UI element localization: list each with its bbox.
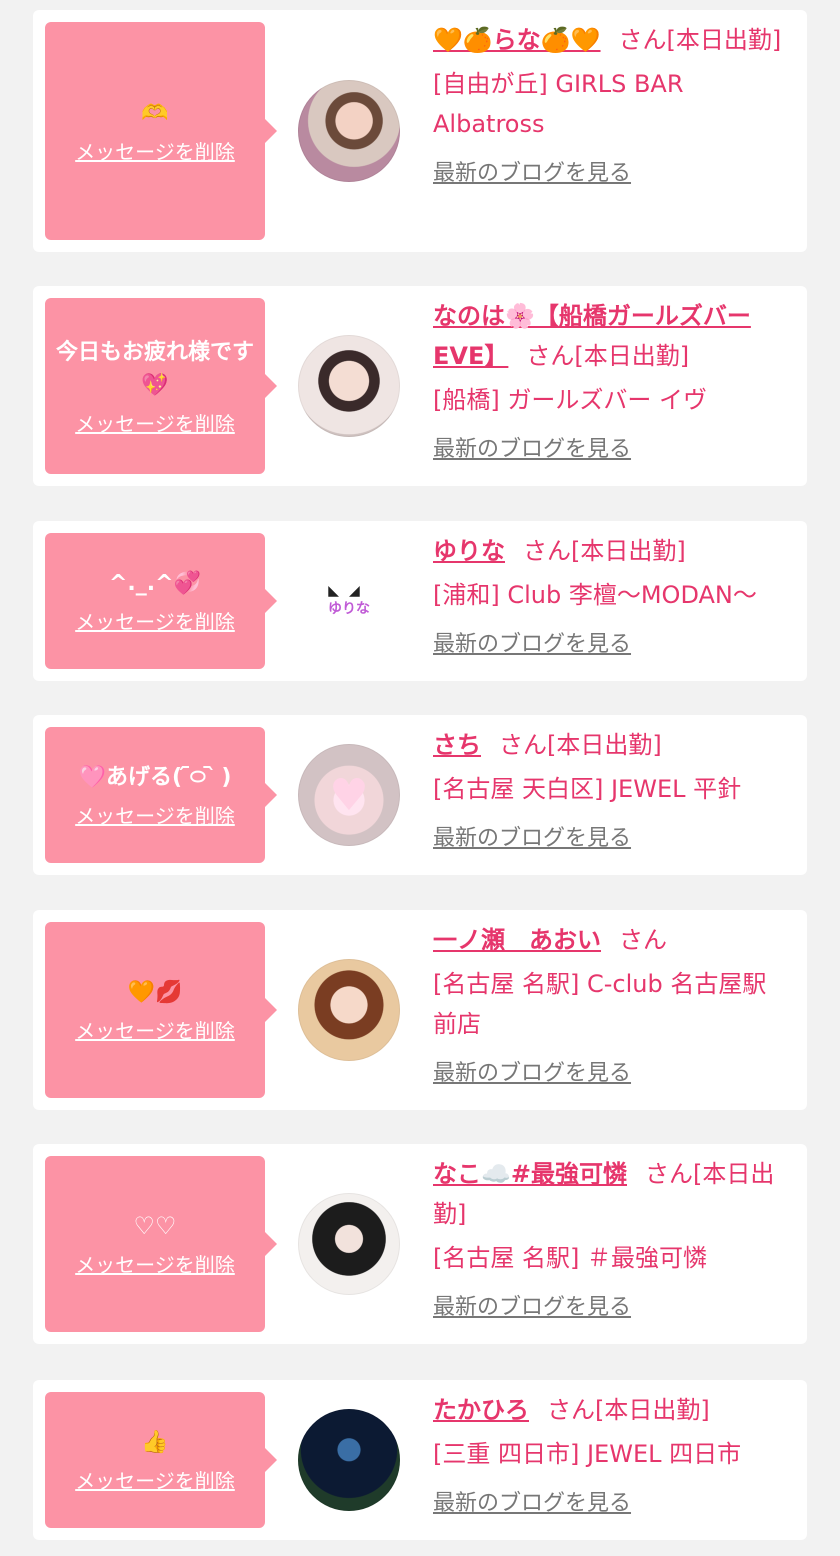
message-text: ^._.^💞 <box>109 571 201 596</box>
message-list: 🫶 メッセージを削除 🧡🍊らな🍊🧡 さん[本日出勤] [自由が丘] GIRLS B… <box>0 0 840 1556</box>
delete-message-link[interactable]: メッセージを削除 <box>75 1465 235 1494</box>
message-card: 👍 メッセージを削除 たかひろ さん[本日出勤] [三重 四日市] JEWEL 四… <box>33 1380 807 1540</box>
card-info: たかひろ さん[本日出勤] [三重 四日市] JEWEL 四日市 最新のブログを見… <box>433 1390 788 1522</box>
avatar[interactable]: ♥ <box>298 744 400 846</box>
avatar[interactable] <box>298 959 400 1061</box>
heart-sticker-icon: ♥ <box>329 769 369 821</box>
message-text: 🫶 <box>141 101 169 126</box>
card-info: ゆりな さん[本日出勤] [浦和] Club 李檀〜MODAN〜 最新のブログを見… <box>433 531 788 663</box>
avatar[interactable]: ◣◢ ゆりな <box>298 550 400 652</box>
latest-blog-link[interactable]: 最新のブログを見る <box>433 158 631 190</box>
message-card: ♡♡ メッセージを削除 なこ☁️#最強可憐 さん[本日出勤] [名古屋 名駅] ＃… <box>33 1144 807 1344</box>
message-card: 🫶 メッセージを削除 🧡🍊らな🍊🧡 さん[本日出勤] [自由が丘] GIRLS B… <box>33 10 807 252</box>
cast-suffix: さん[本日出勤] <box>618 26 782 54</box>
latest-blog-link[interactable]: 最新のブログを見る <box>433 629 631 661</box>
cast-name-link[interactable]: 一ノ瀬 あおい <box>433 926 601 954</box>
message-text: ♡♡ <box>133 1212 177 1240</box>
card-info: なこ☁️#最強可憐 さん[本日出勤] [名古屋 名駅] ＃最強可憐 最新のブログを… <box>433 1154 788 1326</box>
shop-name: [名古屋 名駅] C-club 名古屋駅前店 <box>433 970 767 1038</box>
message-card: 今日もお疲れ様です💖 メッセージを削除 なのは🌸【船橋ガールズバーEVE】 さん[… <box>33 286 807 486</box>
message-card: ^._.^💞 メッセージを削除 ◣◢ ゆりな ゆりな さん[本日出勤] [浦和] … <box>33 521 807 681</box>
cat-ears-icon: ◣◢ <box>328 583 370 599</box>
shop-name: [三重 四日市] JEWEL 四日市 <box>433 1440 742 1468</box>
message-text: 🧡💋 <box>127 980 183 1005</box>
cast-name-link[interactable]: 🧡🍊らな🍊🧡 <box>433 26 601 54</box>
latest-blog-link[interactable]: 最新のブログを見る <box>433 1058 631 1090</box>
cast-suffix: さん[本日出勤] <box>547 1396 710 1424</box>
latest-blog-link[interactable]: 最新のブログを見る <box>433 1292 631 1324</box>
message-text: 今日もお疲れ様です💖 <box>55 339 254 398</box>
message-bubble: 🩷あげる( ᷇࿀ ᷆ ) メッセージを削除 <box>45 727 277 863</box>
latest-blog-link[interactable]: 最新のブログを見る <box>433 823 631 855</box>
card-info: 一ノ瀬 あおい さん [名古屋 名駅] C-club 名古屋駅前店 最新のブログを… <box>433 920 788 1092</box>
shop-name: [自由が丘] GIRLS BAR Albatross <box>433 70 684 138</box>
card-info: さち さん[本日出勤] [名古屋 天白区] JEWEL 平針 最新のブログを見る <box>433 725 788 857</box>
cast-name-link[interactable]: たかひろ <box>433 1396 529 1424</box>
cast-suffix: さん[本日出勤] <box>499 731 662 759</box>
latest-blog-link[interactable]: 最新のブログを見る <box>433 434 631 466</box>
latest-blog-link[interactable]: 最新のブログを見る <box>433 1488 631 1520</box>
message-bubble: 🫶 メッセージを削除 <box>45 22 277 240</box>
delete-message-link[interactable]: メッセージを削除 <box>75 606 235 635</box>
shop-name: [名古屋 天白区] JEWEL 平針 <box>433 775 742 803</box>
delete-message-link[interactable]: メッセージを削除 <box>75 800 235 829</box>
card-info: なのは🌸【船橋ガールズバーEVE】 さん[本日出勤] [船橋] ガールズバー イヴ… <box>433 296 788 468</box>
avatar[interactable] <box>298 1193 400 1295</box>
shop-name: [名古屋 名駅] ＃最強可憐 <box>433 1244 707 1272</box>
message-bubble: ♡♡ メッセージを削除 <box>45 1156 277 1332</box>
message-bubble: 🧡💋 メッセージを削除 <box>45 922 277 1098</box>
message-text: 🩷あげる( ᷇࿀ ᷆ ) <box>78 765 232 790</box>
shop-name: [船橋] ガールズバー イヴ <box>433 386 707 414</box>
cast-name-link[interactable]: なこ☁️#最強可憐 <box>433 1160 627 1188</box>
cast-name-link[interactable]: ゆりな <box>433 537 505 565</box>
delete-message-link[interactable]: メッセージを削除 <box>75 136 235 165</box>
delete-message-link[interactable]: メッセージを削除 <box>75 408 235 437</box>
avatar[interactable] <box>298 335 400 437</box>
cast-name-link[interactable]: さち <box>433 731 481 759</box>
message-bubble: 今日もお疲れ様です💖 メッセージを削除 <box>45 298 277 474</box>
avatar[interactable] <box>298 1409 400 1511</box>
message-card: 🩷あげる( ᷇࿀ ᷆ ) メッセージを削除 ♥ さち さん[本日出勤] [名古屋 … <box>33 715 807 875</box>
cast-suffix: さん[本日出勤] <box>526 342 690 370</box>
cast-suffix: さん[本日出勤] <box>523 537 686 565</box>
message-bubble: ^._.^💞 メッセージを削除 <box>45 533 277 669</box>
avatar[interactable] <box>298 80 400 182</box>
avatar-label: ゆりな <box>328 601 370 617</box>
delete-message-link[interactable]: メッセージを削除 <box>75 1249 235 1278</box>
cast-suffix: さん <box>619 926 667 954</box>
message-card: 🧡💋 メッセージを削除 一ノ瀬 あおい さん [名古屋 名駅] C-club 名古… <box>33 910 807 1110</box>
shop-name: [浦和] Club 李檀〜MODAN〜 <box>433 581 757 609</box>
message-text: 👍 <box>141 1430 169 1455</box>
delete-message-link[interactable]: メッセージを削除 <box>75 1015 235 1044</box>
message-bubble: 👍 メッセージを削除 <box>45 1392 277 1528</box>
card-info: 🧡🍊らな🍊🧡 さん[本日出勤] [自由が丘] GIRLS BAR Albatros… <box>433 20 788 192</box>
